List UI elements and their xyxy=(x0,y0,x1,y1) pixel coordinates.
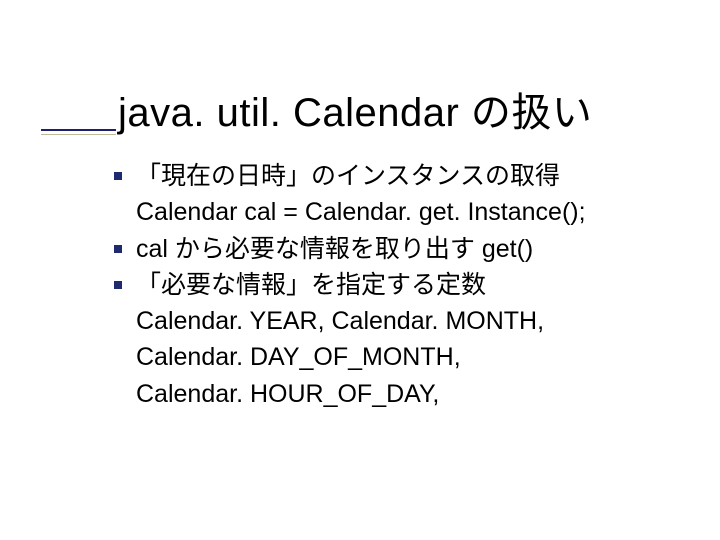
text-line: 「現在の日時」のインスタンスの取得 xyxy=(136,158,696,194)
square-bullet-icon xyxy=(114,172,122,180)
text-line: cal から必要な情報を取り出す get() xyxy=(136,231,696,267)
list-item: 「現在の日時」のインスタンスの取得 Calendar cal = Calenda… xyxy=(136,158,696,231)
square-bullet-icon xyxy=(114,245,122,253)
text-line: Calendar. DAY_OF_MONTH, xyxy=(136,339,696,375)
slide: java. util. Calendar の扱い 「現在の日時」のインスタンスの… xyxy=(0,0,720,540)
text-line: 「必要な情報」を指定する定数 xyxy=(136,267,696,303)
text-line: Calendar. YEAR, Calendar. MONTH, xyxy=(136,303,696,339)
title-underline xyxy=(41,129,116,131)
square-bullet-icon xyxy=(114,281,122,289)
slide-title: java. util. Calendar の扱い xyxy=(118,80,592,138)
list-item: 「必要な情報」を指定する定数 Calendar. YEAR, Calendar.… xyxy=(136,267,696,412)
text-line: Calendar. HOUR_OF_DAY, xyxy=(136,376,696,412)
text-line: Calendar cal = Calendar. get. Instance()… xyxy=(136,194,696,230)
slide-body: 「現在の日時」のインスタンスの取得 Calendar cal = Calenda… xyxy=(136,158,696,412)
list-item: cal から必要な情報を取り出す get() xyxy=(136,231,696,267)
